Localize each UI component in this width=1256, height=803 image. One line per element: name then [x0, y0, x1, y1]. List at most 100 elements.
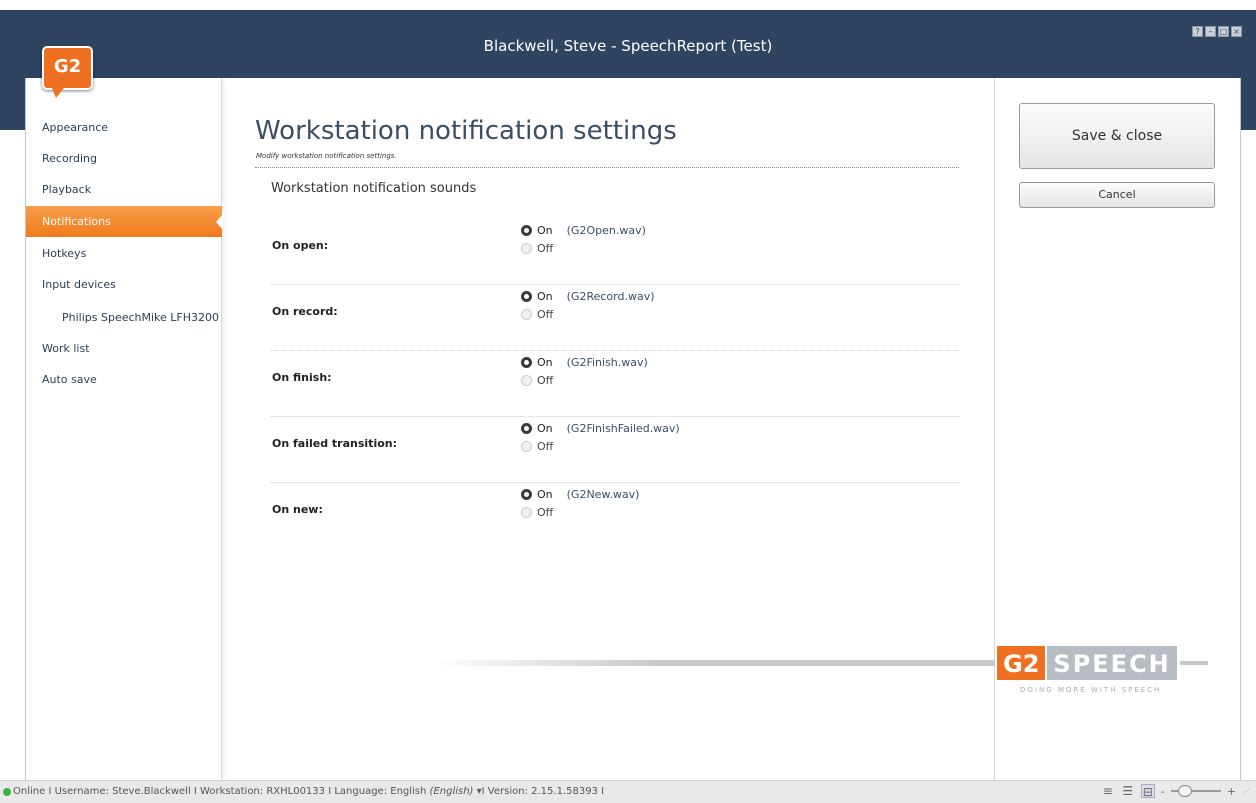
radio-unchecked-icon: [521, 374, 532, 386]
split-view-icon[interactable]: ⊟: [1140, 784, 1155, 799]
sidebar-item-speechmike[interactable]: Philips SpeechMike LFH3200: [26, 302, 222, 333]
radio-on-open[interactable]: On (G2Open.wav): [521, 223, 646, 237]
radio-off-label: Off: [537, 373, 554, 387]
status-language[interactable]: I Language: English (English) ▾: [328, 786, 481, 797]
minimize-icon[interactable]: –: [1205, 26, 1216, 37]
sidebar-item-input-devices[interactable]: Input devices: [26, 269, 222, 300]
page-subtitle: Modify workstation notification settings…: [256, 152, 397, 160]
radio-unchecked-icon: [521, 242, 532, 254]
sound-file-name: (G2FinishFailed.wav): [566, 421, 680, 435]
radio-on-record[interactable]: On (G2Record.wav): [521, 289, 655, 303]
active-indicator: [216, 214, 223, 230]
radio-on-label: On: [537, 487, 553, 501]
radio-unchecked-icon: [521, 440, 532, 452]
radio-off-label: Off: [537, 439, 554, 453]
radio-on-failed-transition[interactable]: On (G2FinishFailed.wav): [521, 421, 680, 435]
radio-off-finish[interactable]: Off: [521, 373, 553, 387]
zoom-out-button[interactable]: -: [1161, 785, 1165, 798]
radio-off-label: Off: [537, 505, 554, 519]
sidebar-item-label: Notifications: [42, 215, 111, 228]
sidebar-item-notifications[interactable]: Notifications: [26, 206, 223, 237]
detail-view-icon[interactable]: ☰: [1121, 784, 1135, 798]
status-version: I Version: 2.15.1.58393 I: [481, 786, 605, 797]
page-title: Workstation notification settings: [255, 116, 677, 146]
setting-row-new: On new: On (G2New.wav) Off: [271, 483, 959, 549]
radio-on-label: On: [537, 289, 553, 303]
radio-checked-icon: [521, 422, 532, 434]
setting-label: On new:: [272, 503, 323, 516]
setting-label: On record:: [272, 305, 338, 318]
online-status-icon: [3, 787, 11, 796]
status-info: Online I Username: Steve.Blackwell I Wor…: [3, 786, 604, 797]
status-username: I Username: Steve.Blackwell: [48, 786, 191, 797]
setting-label: On failed transition:: [272, 437, 397, 450]
brand-divider-end: [1180, 661, 1208, 665]
setting-label: On finish:: [272, 371, 332, 384]
maximize-icon[interactable]: □: [1218, 26, 1229, 37]
list-view-icon[interactable]: ≡: [1101, 784, 1115, 798]
sound-file-name: (G2Finish.wav): [566, 355, 648, 369]
g2speech-logo: G2 SPEECH: [995, 644, 1179, 682]
radio-unchecked-icon: [521, 308, 532, 320]
main-content: Workstation notification settings Modify…: [255, 78, 995, 780]
radio-off-label: Off: [537, 307, 554, 321]
radio-checked-icon: [521, 488, 532, 500]
status-bar: Online I Username: Steve.Blackwell I Wor…: [0, 780, 1256, 803]
brand-speech: SPEECH: [1047, 644, 1179, 682]
setting-label: On open:: [272, 239, 329, 252]
zoom-slider[interactable]: [1170, 785, 1221, 797]
setting-row-open: On open: On (G2Open.wav) Off: [271, 219, 959, 285]
radio-off-record[interactable]: Off: [521, 307, 553, 321]
status-workstation: I Workstation: RXHL00133: [193, 786, 326, 797]
help-icon[interactable]: ?: [1192, 26, 1203, 37]
brand-tagline: DOING MORE WITH SPEECH: [1020, 686, 1162, 694]
sound-file-name: (G2New.wav): [566, 487, 640, 501]
radio-on-new[interactable]: On (G2New.wav): [521, 487, 639, 501]
sidebar-item-appearance[interactable]: Appearance: [26, 112, 222, 143]
setting-row-failed-transition: On failed transition: On (G2FinishFailed…: [271, 417, 959, 483]
radio-checked-icon: [521, 356, 532, 368]
zoom-slider-thumb[interactable]: [1177, 785, 1192, 797]
language-name: (English): [429, 786, 474, 797]
view-controls: ≡ ☰ ⊟ - + ⋰: [1101, 784, 1250, 799]
sidebar-item-recording[interactable]: Recording: [26, 143, 222, 174]
radio-on-label: On: [537, 421, 553, 435]
radio-on-label: On: [537, 355, 553, 369]
window-controls: ? – □ ×: [1192, 26, 1242, 37]
resize-grip-icon[interactable]: ⋰: [1242, 787, 1250, 796]
sidebar: Appearance Recording Playback Notificati…: [26, 78, 223, 780]
sidebar-item-work-list[interactable]: Work list: [26, 333, 222, 364]
radio-checked-icon: [521, 224, 532, 236]
window-title: Blackwell, Steve - SpeechReport (Test): [483, 37, 773, 55]
chevron-down-icon: ▾: [473, 786, 482, 797]
radio-off-new[interactable]: Off: [521, 505, 553, 519]
title-bar: Blackwell, Steve - SpeechReport (Test) ?…: [0, 10, 1256, 78]
close-icon[interactable]: ×: [1231, 26, 1242, 37]
radio-on-label: On: [537, 223, 553, 237]
setting-row-record: On record: On (G2Record.wav) Off: [271, 285, 959, 351]
brand-divider: [434, 660, 999, 666]
radio-on-finish[interactable]: On (G2Finish.wav): [521, 355, 648, 369]
setting-row-finish: On finish: On (G2Finish.wav) Off: [271, 351, 959, 417]
title-divider: [255, 167, 959, 168]
logo-tail: [52, 88, 64, 98]
save-close-button[interactable]: Save & close: [1019, 103, 1215, 169]
status-online: Online: [13, 786, 46, 797]
sidebar-item-hotkeys[interactable]: Hotkeys: [26, 238, 222, 269]
sidebar-item-auto-save[interactable]: Auto save: [26, 364, 222, 395]
radio-off-failed-transition[interactable]: Off: [521, 439, 553, 453]
desktop-strip: [0, 0, 1256, 10]
brand-g2: G2: [995, 644, 1048, 682]
radio-off-label: Off: [537, 241, 554, 255]
radio-off-open[interactable]: Off: [521, 241, 553, 255]
cancel-button[interactable]: Cancel: [1019, 182, 1215, 208]
logo-mark: G2: [42, 46, 93, 90]
language-prefix: I Language: English: [328, 786, 430, 797]
section-title: Workstation notification sounds: [271, 181, 477, 196]
radio-unchecked-icon: [521, 506, 532, 518]
zoom-in-button[interactable]: +: [1227, 785, 1236, 798]
sidebar-item-playback[interactable]: Playback: [26, 174, 222, 205]
sound-file-name: (G2Record.wav): [566, 289, 655, 303]
radio-checked-icon: [521, 290, 532, 302]
app-logo[interactable]: G2: [42, 46, 93, 98]
